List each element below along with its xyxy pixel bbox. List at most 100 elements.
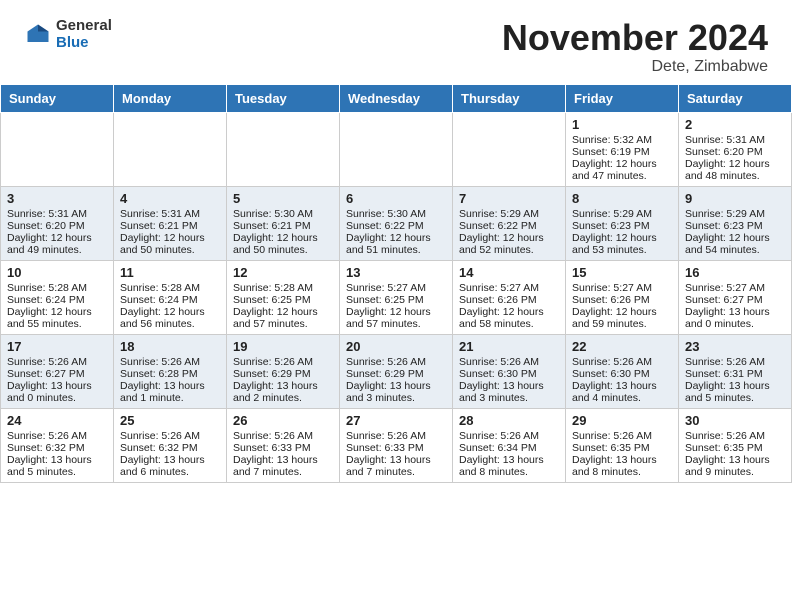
page-header: General Blue November 2024 Dete, Zimbabw… [0, 0, 792, 84]
daylight-text: Daylight: 13 hours and 9 minutes. [685, 454, 785, 478]
weekday-header: Sunday [1, 84, 114, 112]
daylight-text: Daylight: 13 hours and 4 minutes. [572, 380, 672, 404]
calendar-cell: 13Sunrise: 5:27 AMSunset: 6:25 PMDayligh… [340, 260, 453, 334]
sunset-text: Sunset: 6:21 PM [233, 220, 333, 232]
sunrise-text: Sunrise: 5:26 AM [459, 430, 559, 442]
sunrise-text: Sunrise: 5:26 AM [233, 430, 333, 442]
title-block: November 2024 Dete, Zimbabwe [502, 18, 768, 76]
calendar-cell: 15Sunrise: 5:27 AMSunset: 6:26 PMDayligh… [566, 260, 679, 334]
calendar-cell [340, 112, 453, 186]
day-number: 24 [7, 413, 107, 428]
calendar-cell: 7Sunrise: 5:29 AMSunset: 6:22 PMDaylight… [453, 186, 566, 260]
sunset-text: Sunset: 6:21 PM [120, 220, 220, 232]
daylight-text: Daylight: 12 hours and 49 minutes. [7, 232, 107, 256]
daylight-text: Daylight: 12 hours and 57 minutes. [346, 306, 446, 330]
sunset-text: Sunset: 6:23 PM [572, 220, 672, 232]
calendar-cell: 24Sunrise: 5:26 AMSunset: 6:32 PMDayligh… [1, 408, 114, 482]
calendar-cell: 2Sunrise: 5:31 AMSunset: 6:20 PMDaylight… [679, 112, 792, 186]
calendar-cell: 17Sunrise: 5:26 AMSunset: 6:27 PMDayligh… [1, 334, 114, 408]
daylight-text: Daylight: 13 hours and 3 minutes. [459, 380, 559, 404]
sunrise-text: Sunrise: 5:31 AM [7, 208, 107, 220]
calendar-cell: 25Sunrise: 5:26 AMSunset: 6:32 PMDayligh… [114, 408, 227, 482]
sunrise-text: Sunrise: 5:29 AM [572, 208, 672, 220]
logo-icon [24, 21, 52, 49]
sunset-text: Sunset: 6:20 PM [7, 220, 107, 232]
sunrise-text: Sunrise: 5:26 AM [572, 430, 672, 442]
daylight-text: Daylight: 12 hours and 53 minutes. [572, 232, 672, 256]
day-number: 3 [7, 191, 107, 206]
daylight-text: Daylight: 12 hours and 48 minutes. [685, 158, 785, 182]
calendar-cell [1, 112, 114, 186]
day-number: 18 [120, 339, 220, 354]
location: Dete, Zimbabwe [502, 58, 768, 76]
sunrise-text: Sunrise: 5:27 AM [459, 282, 559, 294]
sunrise-text: Sunrise: 5:28 AM [7, 282, 107, 294]
day-number: 13 [346, 265, 446, 280]
sunset-text: Sunset: 6:28 PM [120, 368, 220, 380]
daylight-text: Daylight: 13 hours and 7 minutes. [233, 454, 333, 478]
calendar-cell: 30Sunrise: 5:26 AMSunset: 6:35 PMDayligh… [679, 408, 792, 482]
sunset-text: Sunset: 6:35 PM [685, 442, 785, 454]
daylight-text: Daylight: 12 hours and 51 minutes. [346, 232, 446, 256]
weekday-header: Saturday [679, 84, 792, 112]
day-number: 2 [685, 117, 785, 132]
daylight-text: Daylight: 13 hours and 8 minutes. [572, 454, 672, 478]
daylight-text: Daylight: 12 hours and 57 minutes. [233, 306, 333, 330]
calendar-cell: 27Sunrise: 5:26 AMSunset: 6:33 PMDayligh… [340, 408, 453, 482]
calendar-cell: 10Sunrise: 5:28 AMSunset: 6:24 PMDayligh… [1, 260, 114, 334]
sunset-text: Sunset: 6:29 PM [346, 368, 446, 380]
day-number: 8 [572, 191, 672, 206]
calendar-cell: 16Sunrise: 5:27 AMSunset: 6:27 PMDayligh… [679, 260, 792, 334]
sunrise-text: Sunrise: 5:29 AM [459, 208, 559, 220]
sunset-text: Sunset: 6:20 PM [685, 146, 785, 158]
weekday-header: Friday [566, 84, 679, 112]
sunset-text: Sunset: 6:25 PM [346, 294, 446, 306]
calendar-cell: 20Sunrise: 5:26 AMSunset: 6:29 PMDayligh… [340, 334, 453, 408]
sunset-text: Sunset: 6:26 PM [459, 294, 559, 306]
calendar-cell: 3 Sunrise: 5:31 AMSunset: 6:20 PMDaylight… [1, 186, 114, 260]
logo: General Blue [24, 18, 112, 51]
weekday-header: Tuesday [227, 84, 340, 112]
calendar-week-row: 1Sunrise: 5:32 AMSunset: 6:19 PMDaylight… [1, 112, 792, 186]
day-number: 12 [233, 265, 333, 280]
sunset-text: Sunset: 6:22 PM [346, 220, 446, 232]
sunrise-text: Sunrise: 5:26 AM [120, 430, 220, 442]
day-number: 9 [685, 191, 785, 206]
sunrise-text: Sunrise: 5:28 AM [120, 282, 220, 294]
weekday-header: Wednesday [340, 84, 453, 112]
sunset-text: Sunset: 6:23 PM [685, 220, 785, 232]
daylight-text: Daylight: 12 hours and 54 minutes. [685, 232, 785, 256]
sunrise-text: Sunrise: 5:26 AM [120, 356, 220, 368]
daylight-text: Daylight: 13 hours and 0 minutes. [685, 306, 785, 330]
sunset-text: Sunset: 6:33 PM [346, 442, 446, 454]
sunset-text: Sunset: 6:30 PM [572, 368, 672, 380]
daylight-text: Daylight: 13 hours and 2 minutes. [233, 380, 333, 404]
calendar-cell: 14Sunrise: 5:27 AMSunset: 6:26 PMDayligh… [453, 260, 566, 334]
calendar-cell: 1Sunrise: 5:32 AMSunset: 6:19 PMDaylight… [566, 112, 679, 186]
sunset-text: Sunset: 6:25 PM [233, 294, 333, 306]
calendar-cell: 4Sunrise: 5:31 AMSunset: 6:21 PMDaylight… [114, 186, 227, 260]
day-number: 23 [685, 339, 785, 354]
day-number: 16 [685, 265, 785, 280]
sunset-text: Sunset: 6:35 PM [572, 442, 672, 454]
calendar-cell: 8 Sunrise: 5:29 AMSunset: 6:23 PMDaylight… [566, 186, 679, 260]
logo-general: General [56, 18, 112, 35]
day-number: 10 [7, 265, 107, 280]
sunrise-text: Sunrise: 5:26 AM [572, 356, 672, 368]
weekday-header: Thursday [453, 84, 566, 112]
calendar-cell: 6Sunrise: 5:30 AMSunset: 6:22 PMDaylight… [340, 186, 453, 260]
day-number: 19 [233, 339, 333, 354]
daylight-text: Daylight: 13 hours and 5 minutes. [685, 380, 785, 404]
calendar-cell: 9Sunrise: 5:29 AMSunset: 6:23 PMDaylight… [679, 186, 792, 260]
day-number: 1 [572, 117, 672, 132]
sunrise-text: Sunrise: 5:26 AM [7, 356, 107, 368]
daylight-text: Daylight: 12 hours and 52 minutes. [459, 232, 559, 256]
daylight-text: Daylight: 13 hours and 8 minutes. [459, 454, 559, 478]
sunset-text: Sunset: 6:19 PM [572, 146, 672, 158]
day-number: 15 [572, 265, 672, 280]
logo-text: General Blue [56, 18, 112, 51]
day-number: 5 [233, 191, 333, 206]
sunset-text: Sunset: 6:34 PM [459, 442, 559, 454]
day-number: 11 [120, 265, 220, 280]
calendar-cell: 12Sunrise: 5:28 AMSunset: 6:25 PMDayligh… [227, 260, 340, 334]
